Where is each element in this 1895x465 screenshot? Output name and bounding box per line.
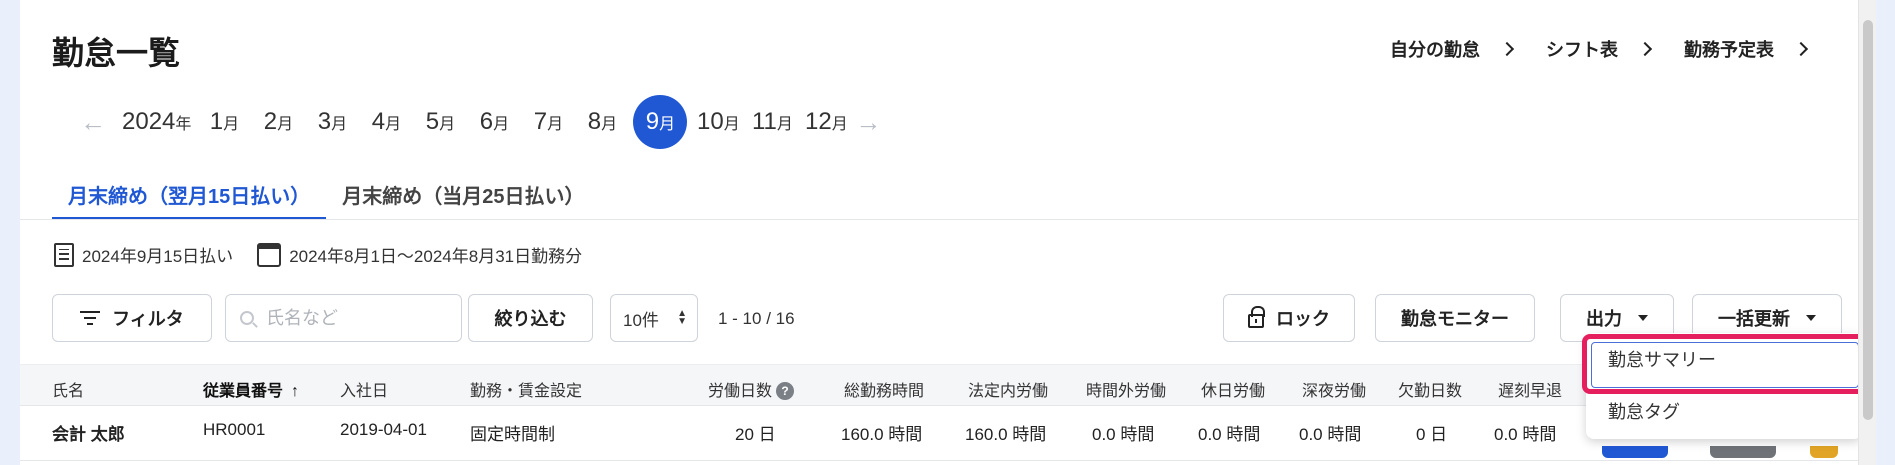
attendance-monitor-button[interactable]: 勤怠モニター [1375,294,1535,342]
filter-button[interactable]: フィルタ [52,294,212,342]
period-info: 2024年9月15日払い 2024年8月1日〜2024年8月31日勤務分 [54,242,582,267]
year-label: 2024年 [122,108,192,135]
tab-month-end-next15[interactable]: 月末締め（翌月15日払い） [52,180,327,220]
lock-icon [1248,306,1265,328]
narrow-down-button[interactable]: 絞り込む [468,294,593,342]
month-4[interactable]: 4月 [359,95,413,149]
arrow-left-icon[interactable]: ← [78,107,108,138]
header-legal-hours[interactable]: 法定内労働 [968,377,1048,401]
tab-divider [20,219,1858,220]
month-2[interactable]: 2月 [251,95,305,149]
updown-arrows-icon: ▲ ▼ [677,308,687,327]
top-links: 自分の勤怠 シフト表 勤務予定表 [1390,36,1809,62]
cell-hire-date: 2019-04-01 [340,420,427,439]
chevron-right-icon [1499,41,1515,57]
cell-work-days: 20 日 [735,425,776,444]
link-label: 勤務予定表 [1684,40,1774,60]
month-7[interactable]: 7月 [521,95,575,149]
page-container: 勤怠一覧 自分の勤怠 シフト表 勤務予定表 ← 2024年 1月 2月 3月 4… [20,0,1876,465]
lock-label: ロック [1276,309,1330,329]
link-my-attendance[interactable]: 自分の勤怠 [1390,36,1515,62]
cell-employee-id: HR0001 [203,420,266,439]
month-12[interactable]: 12 月 [799,95,853,149]
filter-icon [80,310,101,326]
cell-night-work: 0.0 時間 [1299,425,1362,444]
caret-down-icon [1638,315,1648,321]
calendar-icon [257,242,282,267]
caret-down-icon [1806,315,1816,321]
header-night-work[interactable]: 深夜労働 [1302,377,1366,401]
row-action-badge[interactable] [1602,446,1668,458]
tab-month-end-current25[interactable]: 月末締め（当月25日払い） [326,180,600,220]
header-wage-setting[interactable]: 勤務・賃金設定 [470,377,582,401]
month-8[interactable]: 8月 [575,95,629,149]
month-5[interactable]: 5月 [413,95,467,149]
pay-date-info: 2024年9月15日払い [54,242,233,267]
search-input[interactable] [266,307,436,329]
payroll-tabs: 月末締め（翌月15日払い） 月末締め（当月25日払い） [52,180,601,220]
scrollbar-thumb[interactable] [1863,20,1873,420]
page-title: 勤怠一覧 [52,35,181,71]
month-6[interactable]: 6月 [467,95,521,149]
search-icon [240,311,254,325]
pay-date-text: 2024年9月15日払い [82,247,234,266]
cell-wage-setting: 固定時間制 [470,425,555,444]
cell-holiday-work: 0.0 時間 [1198,425,1261,444]
link-shift-table[interactable]: シフト表 [1546,36,1653,62]
pagination-range: 1 - 10 / 16 [718,309,795,328]
header-overtime[interactable]: 時間外労働 [1086,377,1166,401]
cell-overtime: 0.0 時間 [1092,425,1155,444]
per-page-select[interactable]: 10件 ▲ ▼ [610,294,698,342]
work-period-info: 2024年8月1日〜2024年8月31日勤務分 [257,242,582,267]
lock-button[interactable]: ロック [1223,294,1355,342]
cell-legal-hours: 160.0 時間 [965,425,1047,444]
row-warning-icon [1810,446,1838,458]
cell-name[interactable]: 会計 太郎 [52,420,125,445]
export-dropdown-menu: 勤怠サマリー 勤怠タグ [1586,333,1862,439]
month-3[interactable]: 3月 [305,95,359,149]
header-holiday-work[interactable]: 休日労働 [1201,377,1265,401]
row-divider [20,460,1858,461]
header-absence-days[interactable]: 欠勤日数 [1398,377,1462,401]
link-work-schedule[interactable]: 勤務予定表 [1684,36,1809,62]
link-label: 自分の勤怠 [1390,40,1480,60]
month-1[interactable]: 1月 [197,95,251,149]
header-late-early[interactable]: 遅刻早退 [1498,377,1562,401]
header-total-hours[interactable]: 総勤務時間 [844,377,924,401]
cell-late-early: 0.0 時間 [1494,425,1557,444]
help-icon[interactable]: ? [776,382,795,400]
header-work-days[interactable]: 労働日数? [708,377,795,401]
bulk-update-label: 一括更新 [1718,309,1790,329]
monitor-label: 勤怠モニター [1401,309,1509,329]
table-header: 氏名 従業員番号 ↑ 入社日 勤務・賃金設定 労働日数? 総勤務時間 法定内労働 … [20,364,1858,406]
export-label: 出力 [1586,309,1622,329]
work-period-text: 2024年8月1日〜2024年8月31日勤務分 [289,247,583,266]
month-9-selected[interactable]: 9月 [633,95,688,149]
header-name[interactable]: 氏名 [52,377,84,401]
chevron-right-icon [1793,41,1809,57]
chevron-right-icon [1637,41,1653,57]
menu-item-attendance-summary[interactable]: 勤怠サマリー [1586,333,1862,385]
sort-ascending-icon: ↑ [291,383,300,400]
narrow-down-label: 絞り込む [494,309,567,329]
per-page-value: 10件 [623,310,659,330]
header-hire-date[interactable]: 入社日 [340,377,388,401]
row-status-badge [1710,446,1776,458]
link-label: シフト表 [1546,40,1618,60]
header-employee-id[interactable]: 従業員番号 ↑ [203,377,299,401]
month-11[interactable]: 11 月 [745,95,799,149]
vertical-scrollbar[interactable] [1858,0,1876,465]
filter-label: フィルタ [112,309,184,329]
month-10[interactable]: 10 月 [691,95,745,149]
menu-item-attendance-tag[interactable]: 勤怠タグ [1586,385,1862,437]
month-navigation: ← 2024年 1月 2月 3月 4月 5月 6月 7月 8月 9月 10 月 1… [78,95,883,149]
search-box [225,294,462,342]
arrow-right-icon[interactable]: → [853,107,883,138]
cell-total-hours: 160.0 時間 [841,425,923,444]
document-icon [54,242,74,267]
cell-absence-days: 0 日 [1416,425,1448,444]
